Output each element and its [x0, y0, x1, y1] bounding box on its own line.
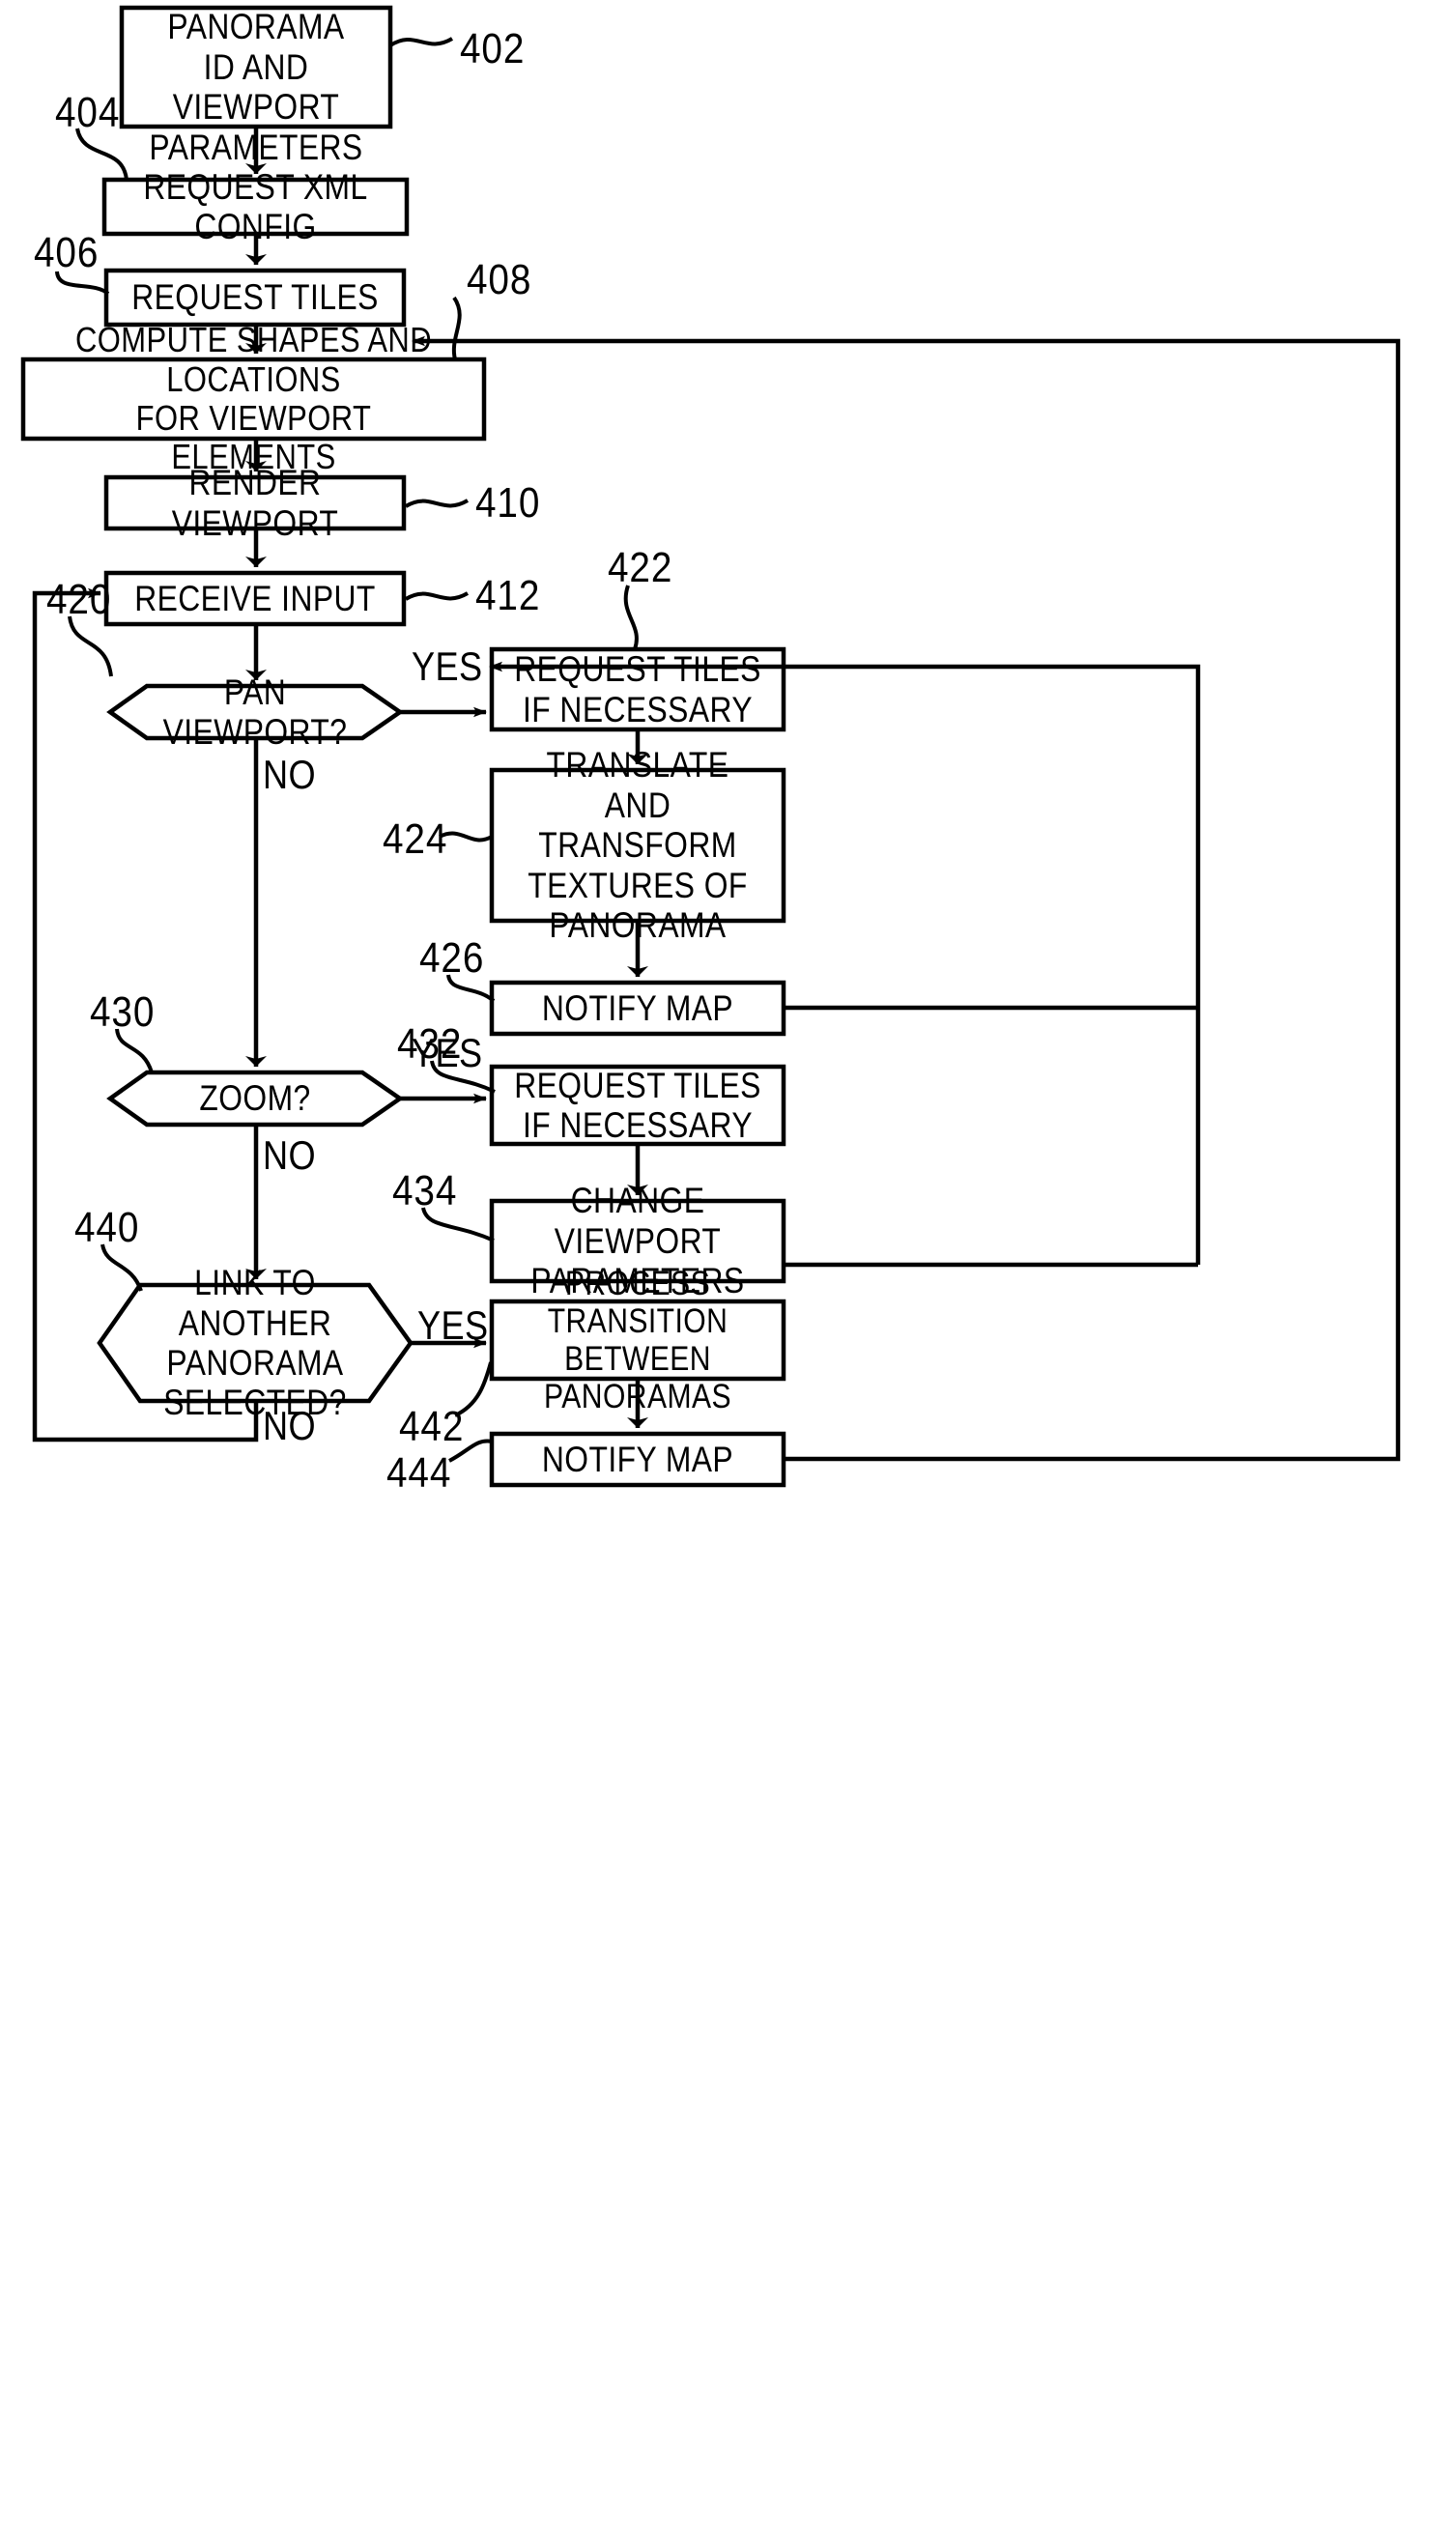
branch-label-zoom-no: NO: [263, 1132, 317, 1178]
ref-numeral-420: 420: [46, 576, 112, 623]
ref-numeral-426: 426: [419, 934, 485, 982]
node-shape-420: [106, 683, 404, 741]
branch-label-pan-no: NO: [263, 752, 317, 797]
return-rail-inner: [489, 661, 1201, 1265]
branch-label-link-yes: YES: [417, 1302, 489, 1348]
node-shape-442: [489, 1299, 786, 1382]
ref-numeral-430: 430: [90, 988, 156, 1036]
flowchart-graphics: [20, 5, 1401, 1488]
node-shape-412: [103, 570, 407, 627]
ref-numeral-424: 424: [383, 815, 448, 863]
leader-422: [623, 585, 639, 650]
node-shape-406: [103, 268, 407, 328]
patent-flowchart-figure: RECEIVE PANORAMA ID AND VIEWPORT PARAMET…: [0, 0, 1456, 2542]
node-shape-410: [103, 474, 407, 531]
node-shape-440: [97, 1282, 414, 1404]
ref-numeral-412: 412: [475, 572, 541, 619]
branch-label-zoom-yes: YES: [412, 1030, 483, 1075]
leader-408: [451, 296, 462, 360]
node-shape-434: [489, 1198, 786, 1284]
return-path-444-to-404: [412, 335, 1401, 1462]
leader-410: [404, 499, 470, 508]
ref-numeral-404: 404: [55, 89, 121, 136]
node-shape-404: [101, 177, 410, 237]
ref-numeral-442: 442: [399, 1403, 465, 1450]
ref-numeral-410: 410: [475, 479, 541, 527]
ref-numeral-402: 402: [460, 25, 526, 72]
ref-numeral-406: 406: [34, 229, 100, 276]
leader-412: [404, 591, 470, 601]
branch-label-link-no: NO: [263, 1403, 317, 1448]
ref-numeral-444: 444: [386, 1449, 452, 1497]
ref-numeral-440: 440: [74, 1204, 140, 1251]
node-shape-424: [489, 767, 786, 924]
leader-402: [388, 37, 454, 47]
node-shape-402: [119, 5, 393, 129]
branch-label-pan-yes: YES: [412, 643, 483, 689]
node-shape-426: [489, 980, 786, 1037]
node-shape-408: [20, 357, 487, 442]
node-shape-422: [489, 646, 786, 732]
node-shape-430: [106, 1070, 404, 1128]
ref-numeral-422: 422: [608, 544, 673, 591]
node-shape-444: [489, 1431, 786, 1488]
ref-numeral-408: 408: [467, 256, 532, 303]
ref-numeral-434: 434: [392, 1167, 458, 1214]
node-shape-432: [489, 1064, 786, 1147]
